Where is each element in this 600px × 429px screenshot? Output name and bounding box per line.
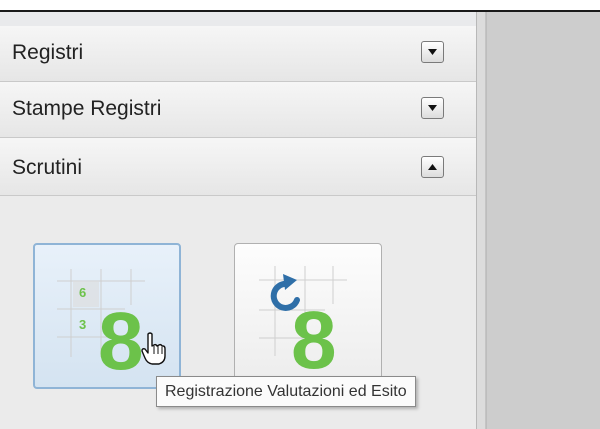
- grade-refresh-8-icon: 8: [259, 266, 347, 386]
- grid-digit-3: 3: [79, 317, 86, 332]
- big-digit-8: 8: [98, 296, 144, 387]
- ricalcola-esito-button[interactable]: 8: [234, 243, 382, 389]
- hand-pointer-cursor-icon: [141, 332, 166, 365]
- accordion-header-scrutini[interactable]: Scrutini: [0, 138, 476, 196]
- expand-toggle-button[interactable]: [421, 41, 444, 63]
- collapse-toggle-button[interactable]: [421, 156, 444, 178]
- tooltip: Registrazione Valutazioni ed Esito: [156, 376, 416, 407]
- grid-digit-6: 6: [79, 285, 86, 300]
- panel-splitter[interactable]: [476, 12, 486, 429]
- chevron-down-icon: [428, 105, 437, 111]
- accordion-header-label: Stampe Registri: [12, 97, 162, 120]
- window-top-edge: [0, 0, 600, 12]
- chevron-down-icon: [428, 49, 437, 55]
- accordion-header-registri[interactable]: Registri: [0, 26, 476, 82]
- big-digit-8: 8: [291, 295, 337, 386]
- content-pane: [486, 12, 600, 429]
- registrazione-valutazioni-button[interactable]: 6 3 8: [33, 243, 181, 389]
- accordion-header-label: Scrutini: [12, 156, 83, 179]
- accordion-header-label: Registri: [12, 41, 84, 64]
- chevron-up-icon: [428, 164, 437, 170]
- expand-toggle-button[interactable]: [421, 97, 444, 119]
- accordion-header-stampe-registri[interactable]: Stampe Registri: [0, 82, 476, 138]
